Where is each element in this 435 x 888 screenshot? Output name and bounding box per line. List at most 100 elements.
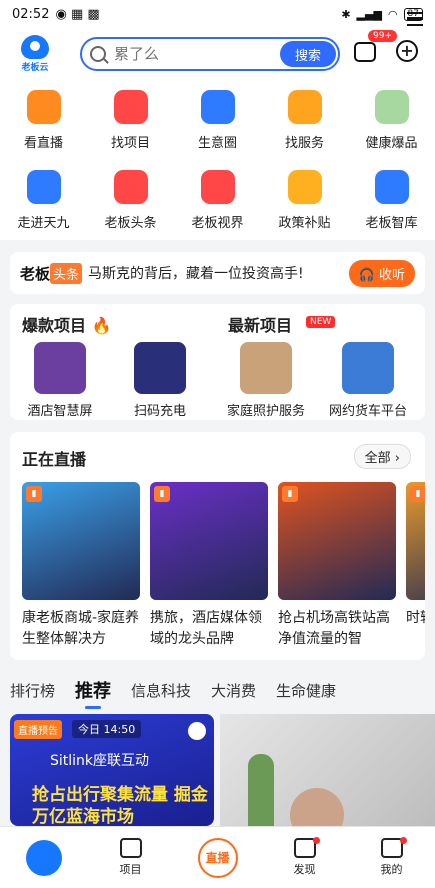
bottom-nav: 项目 直播发现 我的 [0,826,435,888]
search-button[interactable]: 搜索 [280,41,336,67]
live-card-0[interactable]: ▮ 康老板商城-家庭养生整体解决方 [22,482,140,650]
nav-item-4[interactable]: 我的 [348,827,435,888]
nav-label: 发现 [293,863,316,876]
news-icon [113,169,148,204]
play-icon[interactable] [188,722,206,740]
message-icon[interactable] [354,42,376,62]
grid-item-label: 生意圈 [197,135,237,151]
chat-bubble-icon [200,89,235,124]
live-card-thumbnail: ▮ [22,482,140,600]
search-icon [90,46,106,62]
grid-item-1[interactable]: 找项目 [87,80,174,160]
k-badge-icon [374,89,409,124]
feed-headline: 抢占出行聚集流量 掘金万亿蓝海市场 [32,785,208,826]
search-input[interactable] [114,45,264,63]
nav-item-2[interactable]: 直播 [174,827,261,888]
feed-tag: 直播预告 [14,720,62,739]
subsidy-icon [287,169,322,204]
live-signal-icon: ▮ [410,486,425,502]
feature-grid: 看直播 找项目 生意圈 找服务 健康爆品走进天九 老板头条 老板视界 政策补贴 老板智库 [0,80,435,240]
grid-item-0[interactable]: 看直播 [0,80,87,160]
live-signal-icon: ▮ [26,486,42,502]
notification-dot [400,837,407,844]
nav-item-0[interactable] [0,827,87,888]
headline-brand-highlight: 头条 [50,262,83,284]
project-item-3[interactable]: 网约货车平台 [318,342,418,419]
listen-button[interactable]: 🎧 收听 [348,259,415,287]
bird-icon [26,169,61,204]
project-thumbnail [34,342,86,394]
grid-item-7[interactable]: 老板视界 [174,160,261,240]
add-icon[interactable]: + [396,40,418,62]
live-card-thumbnail: ▮ [150,482,268,600]
nav-item-1[interactable]: 项目 [87,827,174,888]
video-icon [200,169,235,204]
category-tabs: 排行榜 推荐 信息科技 大消费 生命健康 [0,670,435,710]
play-icon [26,89,61,124]
listen-label: 收听 [378,267,405,283]
tab-3[interactable]: 大消费 [211,680,256,701]
live-section-title: 正在直播 [22,450,87,469]
project-thumbnail [134,342,186,394]
grid-item-3[interactable]: 找服务 [261,80,348,160]
project-label: 网约货车平台 [328,404,407,419]
grid-item-6[interactable]: 老板头条 [87,160,174,240]
fire-icon: 🔥 [91,316,112,335]
headline-title[interactable]: 马斯克的背后，藏着一位投资高手! [88,263,333,283]
app-logo[interactable]: 老板云 [10,35,60,73]
tab-2[interactable]: 信息科技 [131,680,191,701]
live-card-2[interactable]: ▮ 抢占机场高铁站高净值流量的智 [278,482,396,650]
wifi-icon: ◠ [387,7,398,21]
grid-item-label: 看直播 [23,135,63,151]
logo-text: 老板云 [21,63,49,73]
status-icons: ◉ ▦ ▩ [55,6,100,22]
live-card-caption: 抢占机场高铁站高净值流量的智 [278,610,390,647]
nav-item-3[interactable]: 发现 [261,827,348,888]
project-thumbnail [342,342,394,394]
grid-item-label: 老板智库 [365,215,418,231]
headline-bar[interactable]: 老板 头条 马斯克的背后，藏着一位投资高手! 🎧 收听 [10,252,425,294]
home-logo-icon [25,839,62,876]
grid-item-label: 政策补贴 [278,215,331,231]
logo-mark-icon [21,35,49,59]
hot-projects-label: 爆款项目 [22,316,87,335]
search-bar[interactable]: 搜索 [80,37,340,71]
new-projects-title[interactable]: 最新项目 [228,312,292,336]
live-card-caption: 携旅，酒店媒体领域的龙头品牌 [150,610,262,647]
tab-0[interactable]: 排行榜 [10,680,55,701]
headline-brand: 老板 [20,264,51,283]
project-label: 家庭照护服务 [226,404,305,419]
feed-card-live-preview[interactable]: 直播预告 今日 14:50 Sitlink座联互动 抢占出行聚集流量 掘金万亿蓝… [10,714,214,826]
project-label: 扫码充电 [133,404,186,419]
tab-1[interactable]: 推荐 [75,677,111,709]
project-item-0[interactable]: 酒店智慧屏 [10,342,110,419]
grid-item-9[interactable]: 老板智库 [348,160,435,240]
notification-dot [313,837,320,844]
live-card-thumbnail: ▮ [406,482,425,600]
live-card-thumbnail: ▮ [278,482,396,600]
live-section: 正在直播 全部 › ▮ 康老板商城-家庭养生整体解决方 ▮ 携旅，酒店媒体领域的龙头品… [10,432,425,660]
header: 老板云 搜索 99+ + [0,28,435,80]
live-card-caption: 康老板商城-家庭养生整体解决方 [22,610,140,647]
grid-item-5[interactable]: 走进天九 [0,160,87,240]
grid-item-2[interactable]: 生意圈 [174,80,261,160]
grid-item-4[interactable]: 健康爆品 [348,80,435,160]
message-badge: 99+ [368,30,397,42]
stack-icon [374,169,409,204]
project-item-1[interactable]: 扫码充电 [110,342,210,419]
live-card-3[interactable]: ▮ 时轻 [406,482,425,650]
menu-icon[interactable] [407,12,423,26]
live-icon: 直播 [197,837,238,878]
grid-item-label: 老板视界 [191,215,244,231]
cactus-image [248,754,274,826]
grid-item-8[interactable]: 政策补贴 [261,160,348,240]
hot-projects-title[interactable]: 爆款项目 🔥 [22,312,112,336]
project-item-2[interactable]: 家庭照护服务 [216,342,316,419]
feed-card-video[interactable] [220,714,435,826]
grid-item-label: 健康爆品 [365,135,418,151]
live-signal-icon: ▮ [154,486,170,502]
live-card-1[interactable]: ▮ 携旅，酒店媒体领域的龙头品牌 [150,482,268,650]
tab-4[interactable]: 生命健康 [276,680,336,701]
speaker-image [290,788,344,826]
live-all-button[interactable]: 全部 › [353,444,411,469]
